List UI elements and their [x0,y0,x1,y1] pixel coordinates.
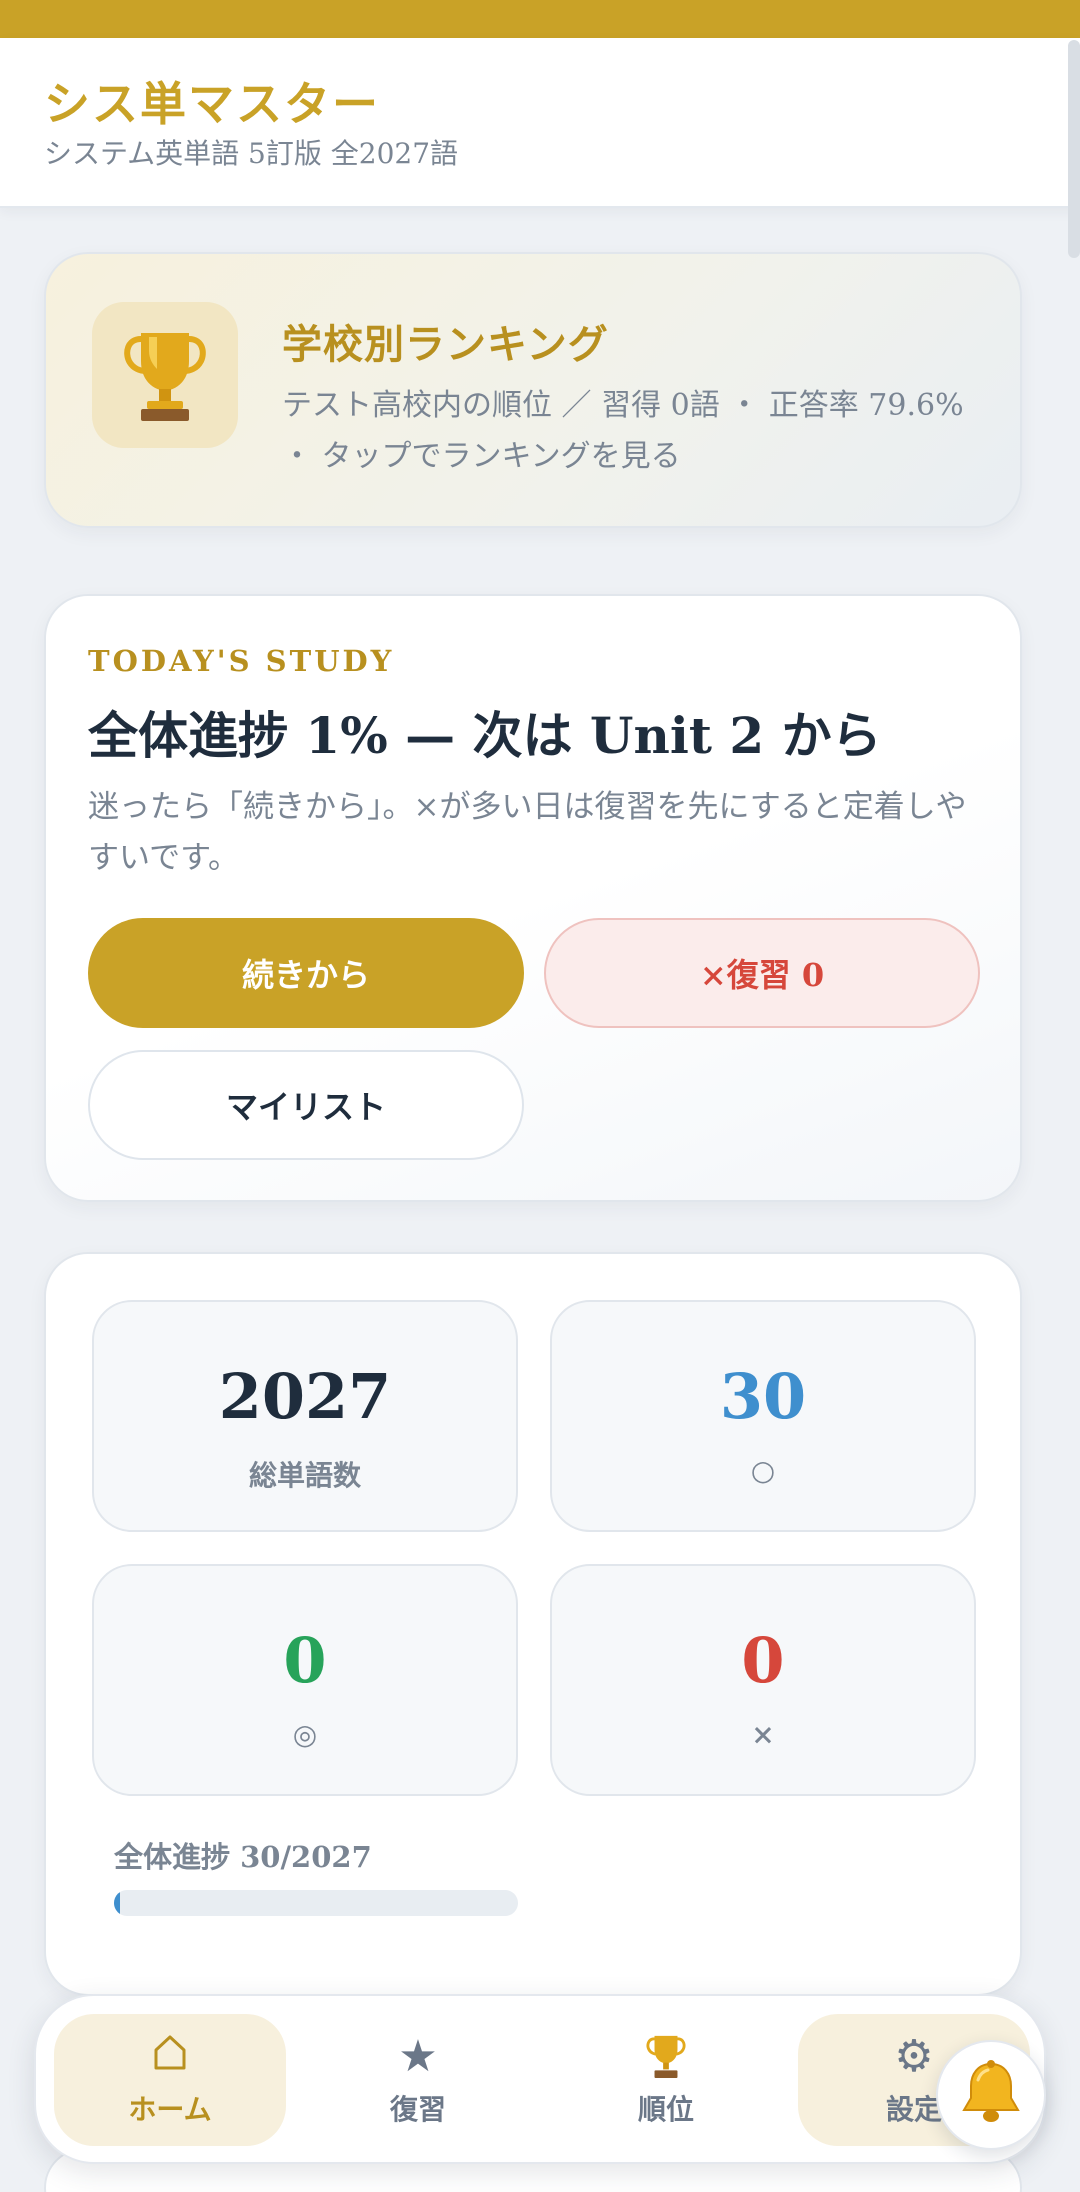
review-incorrect-button[interactable]: ×復習 0 [544,918,980,1028]
nav-home-label: ホーム [128,2093,212,2126]
notification-bell-button[interactable] [936,2040,1046,2150]
gear-icon: ⚙ [894,2031,934,2082]
app-title: シス単マスター [44,77,380,131]
nav-review[interactable]: ★ 復習 [302,2014,534,2146]
app-subtitle: システム英単語 5訂版 全2027語 [44,137,459,170]
double-circle-count-label: ◎ [292,1718,318,1751]
my-list-button[interactable]: マイリスト [88,1050,524,1160]
circle-count-label: ○ [750,1454,776,1487]
overall-progress-label: 全体進捗 30/2027 [114,1840,372,1874]
cross-count-label: × [751,1718,775,1751]
bell-icon [958,2058,1024,2132]
stats-card: 2027 総単語数 30 ○ 0 ◎ 0 × 全体進捗 30/2027 [44,1252,1022,1996]
stat-tile-circle: 30 ○ [550,1300,976,1532]
school-ranking-card[interactable]: 学校別ランキング テスト高校内の順位 ／ 習得 0語 ・ 正答率 79.6% ・… [44,252,1022,528]
home-icon [153,2032,187,2082]
total-words-value: 2027 [218,1360,392,1433]
nav-ranking[interactable]: 順位 [550,2014,782,2146]
double-circle-count-value: 0 [283,1624,327,1697]
nav-home[interactable]: ホーム [54,2014,286,2146]
todays-study-card: TODAY'S STUDY 全体進捗 1% — 次は Unit 2 から 迷った… [44,594,1022,1202]
nav-settings-label: 設定 [885,2093,942,2126]
study-hint: 迷ったら「続きから」。×が多い日は復習を先にすると定着しやすいです。 [88,789,967,876]
stat-tile-total: 2027 総単語数 [92,1300,518,1532]
cross-count-value: 0 [741,1624,785,1697]
total-words-label: 総単語数 [248,1459,361,1492]
ranking-title: 学校別ランキング [282,321,609,368]
scrollbar[interactable] [1068,40,1080,258]
overall-progress-fill [114,1890,120,1916]
study-heading: 全体進捗 1% — 次は Unit 2 から [88,706,882,765]
study-eyebrow: TODAY'S STUDY [88,644,395,678]
continue-button[interactable]: 続きから [88,918,524,1028]
overall-progress-bar [114,1890,518,1916]
status-bar [0,0,1080,38]
trophy-icon [92,302,238,448]
circle-count-value: 30 [719,1360,807,1433]
stat-tile-cross: 0 × [550,1564,976,1796]
trophy-icon [644,2032,688,2082]
app-header: シス単マスター システム英単語 5訂版 全2027語 [0,38,1080,208]
nav-review-label: 復習 [389,2093,446,2126]
star-icon: ★ [398,2031,438,2082]
ranking-description: テスト高校内の順位 ／ 習得 0語 ・ 正答率 79.6% ・ タップでランキン… [282,388,964,474]
nav-ranking-label: 順位 [637,2093,694,2126]
bottom-navigation: ホーム ★ 復習 順位 ⚙ 設定 [34,1994,1046,2164]
stat-tile-double-circle: 0 ◎ [92,1564,518,1796]
